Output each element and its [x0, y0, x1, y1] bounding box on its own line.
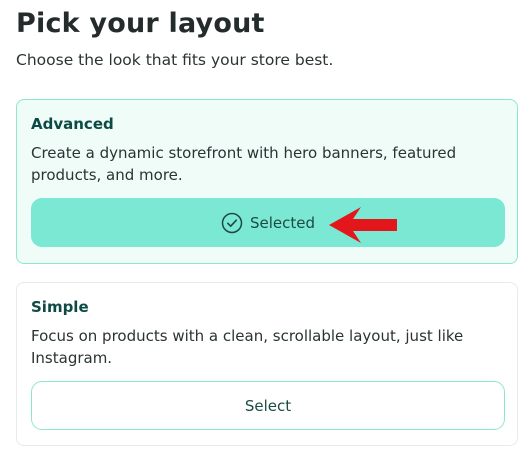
card-description-simple: Focus on products with a clean, scrollab…: [31, 327, 464, 367]
layout-card-simple[interactable]: Simple Focus on products with a clean, s…: [16, 282, 518, 446]
page-subtitle: Choose the look that fits your store bes…: [16, 51, 334, 69]
selected-button-label: Selected: [249, 213, 316, 232]
card-title-advanced: Advanced: [31, 115, 114, 133]
card-title-simple: Simple: [31, 298, 89, 316]
select-button-label: Select: [244, 396, 292, 415]
selected-button[interactable]: Selected: [31, 198, 505, 247]
select-button[interactable]: Select: [31, 381, 505, 430]
page-title: Pick your layout: [16, 8, 265, 39]
check-circle-icon: [221, 212, 243, 233]
layout-card-advanced[interactable]: Advanced Create a dynamic storefront wit…: [16, 99, 518, 264]
card-description-advanced: Create a dynamic storefront with hero ba…: [31, 144, 457, 184]
red-arrow-left-icon: [329, 207, 397, 243]
